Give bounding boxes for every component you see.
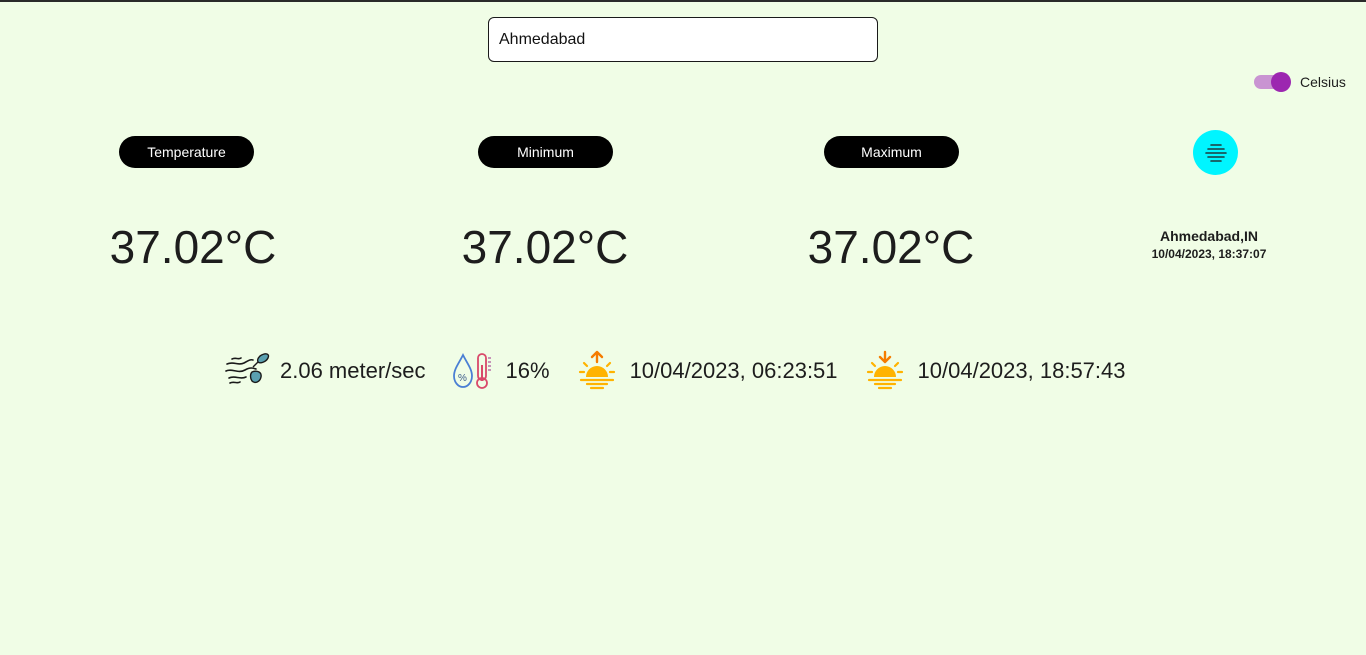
- sunset-detail: 10/04/2023, 18:57:43: [862, 348, 1126, 394]
- svg-text:%: %: [458, 373, 467, 384]
- maximum-value: 37.02°C: [807, 221, 975, 273]
- sunset-text: 10/04/2023, 18:57:43: [917, 358, 1126, 383]
- unit-toggle[interactable]: Celsius: [1254, 70, 1346, 94]
- sunset-icon: [862, 348, 908, 394]
- unit-switch-thumb[interactable]: [1271, 72, 1291, 92]
- minimum-value: 37.02°C: [461, 221, 629, 273]
- wind-icon: [224, 348, 270, 394]
- sunrise-icon: [574, 348, 620, 394]
- sunrise-text: 10/04/2023, 06:23:51: [629, 358, 838, 383]
- city-search-input[interactable]: [488, 17, 878, 62]
- wind-speed-text: 2.06 meter/sec: [280, 358, 426, 383]
- temperature-label: Temperature: [119, 136, 254, 168]
- humidity-icon: %: [450, 348, 496, 394]
- maximum-label: Maximum: [824, 136, 959, 168]
- weather-condition-badge: [1193, 130, 1238, 175]
- location-name: Ahmedabad,IN: [1159, 228, 1258, 244]
- wind-detail: 2.06 meter/sec: [224, 348, 426, 394]
- location-datetime: 10/04/2023, 18:37:07: [1151, 247, 1267, 261]
- humidity-detail: % 16%: [450, 348, 550, 394]
- haze-icon: [1204, 143, 1227, 162]
- humidity-text: 16%: [505, 358, 550, 383]
- unit-switch-track[interactable]: [1254, 72, 1291, 92]
- temperature-value: 37.02°C: [109, 221, 277, 273]
- unit-label: Celsius: [1300, 74, 1346, 90]
- sunrise-detail: 10/04/2023, 06:23:51: [574, 348, 838, 394]
- location-block: Ahmedabad,IN 10/04/2023, 18:37:07: [1119, 228, 1299, 262]
- weather-details-row: 2.06 meter/sec % 16% 10/04/2023, 06:23:5…: [224, 348, 1150, 394]
- minimum-label: Minimum: [478, 136, 613, 168]
